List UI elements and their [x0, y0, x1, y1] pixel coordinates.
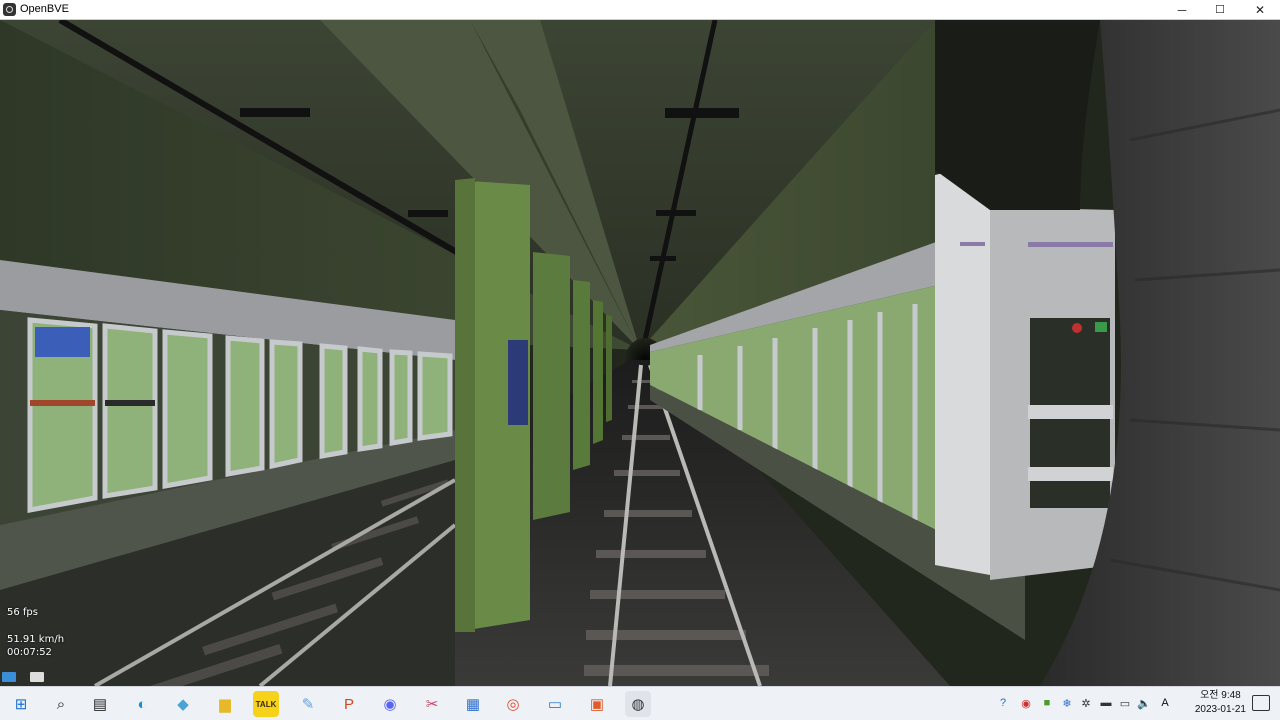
minimize-button[interactable]: ─ [1162, 0, 1202, 20]
battery-icon[interactable]: ▬ [1099, 696, 1113, 710]
fps-readout: 56 fps [7, 607, 38, 618]
openbve-app-icon [3, 3, 16, 16]
clock-date: 2023-01-21 [1194, 704, 1246, 715]
volume-icon[interactable]: 🔈 [1137, 696, 1151, 710]
discord-icon[interactable]: ◉ [377, 691, 403, 717]
search-icon[interactable]: ⌕ [48, 691, 74, 717]
elapsed-time-readout: 00:07:52 [7, 647, 52, 658]
powerpoint-icon[interactable]: P [336, 691, 362, 717]
taskbar: 오전 9:48 2023-01-21 ⊞ ⌕ ▤ ◐ ◆ ▆ TALK ✎ P ◉ ✂ ▦ ◎ ▭ ▣ ◍? ◉… [0, 686, 1280, 720]
kakaotalk-icon[interactable]: TALK [253, 691, 279, 717]
paint-icon[interactable]: ✎ [295, 691, 321, 717]
tray-app-icon[interactable]: ✲ [1079, 696, 1093, 710]
subway-tunnel-scene [0, 20, 1280, 686]
network-icon[interactable]: ▭ [1118, 696, 1132, 710]
tool-icon[interactable]: ✂ [419, 691, 445, 717]
remote-desktop-icon[interactable]: ▭ [542, 691, 568, 717]
task-view-icon[interactable]: ▤ [87, 691, 113, 717]
train-cab-view[interactable]: 56 fps 51.91 km/h 00:07:52 [0, 20, 1280, 686]
file-explorer-icon[interactable]: ▆ [212, 691, 238, 717]
clock-time: 오전 9:48 [1200, 690, 1241, 701]
app-icon[interactable]: ◆ [170, 691, 196, 717]
system-clock[interactable]: 오전 9:48 2023-01-21 [1195, 689, 1246, 717]
status-indicator-2-icon [30, 672, 44, 682]
window-titlebar: OpenBVE ─ ☐ ✕ [0, 0, 1280, 20]
record-icon[interactable]: ◉ [1019, 696, 1033, 710]
input-method-icon[interactable]: A [1158, 696, 1172, 710]
chrome-icon[interactable]: ◎ [500, 691, 526, 717]
notification-center-icon[interactable] [1252, 695, 1270, 711]
close-button[interactable]: ✕ [1240, 0, 1280, 20]
snowflake-icon[interactable]: ❄ [1060, 696, 1074, 710]
calculator-icon[interactable]: ▦ [460, 691, 486, 717]
help-icon[interactable]: ? [996, 696, 1010, 710]
edge-icon[interactable]: ◐ [129, 691, 155, 717]
start-icon[interactable]: ⊞ [8, 691, 34, 717]
maximize-button[interactable]: ☐ [1200, 0, 1240, 20]
speed-readout: 51.91 km/h [7, 634, 65, 645]
nvidia-icon[interactable]: ■ [1040, 696, 1054, 710]
image-viewer-icon[interactable]: ▣ [584, 691, 610, 717]
status-indicator-icon [2, 672, 16, 682]
openbve-icon[interactable]: ◍ [625, 691, 651, 717]
window-title: OpenBVE [20, 3, 69, 15]
